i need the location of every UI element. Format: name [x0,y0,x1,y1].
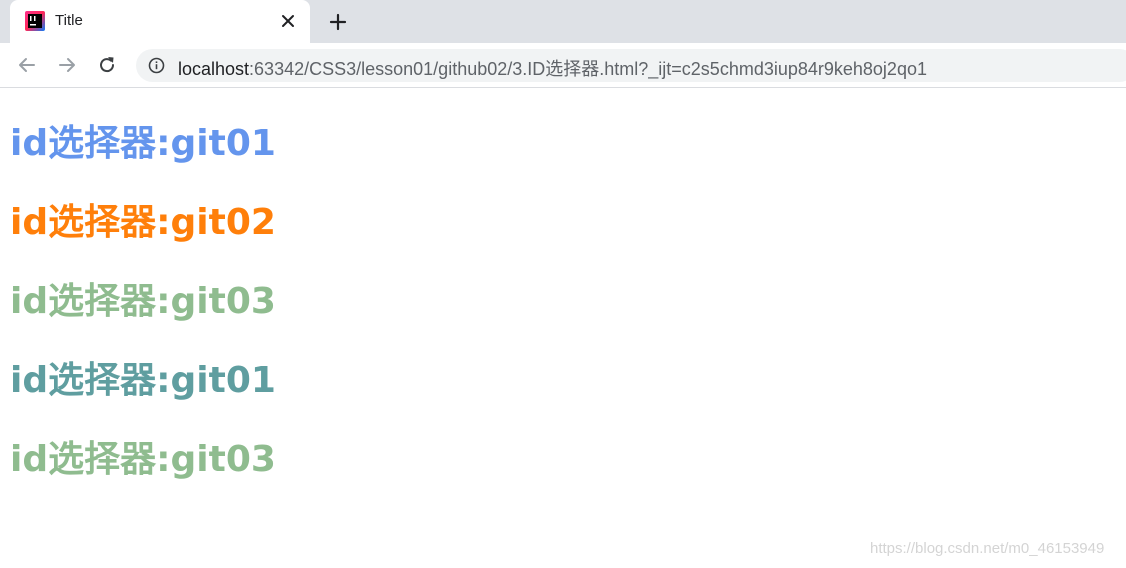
forward-button[interactable] [55,53,79,77]
page-content: id选择器:git01 id选择器:git02 id选择器:git03 id选择… [10,118,1110,513]
jetbrains-favicon-icon [25,11,45,31]
url-host: localhost [178,59,250,79]
browser-toolbar: localhost:63342/CSS3/lesson01/github02/3… [0,43,1126,88]
reload-icon [100,57,115,73]
address-bar[interactable]: localhost:63342/CSS3/lesson01/github02/3… [136,49,1126,82]
reload-button[interactable] [95,53,119,77]
watermark: https://blog.csdn.net/m0_46153949 [870,540,1105,557]
new-tab-button[interactable] [325,9,351,35]
heading-git03: id选择器:git03 [10,281,276,322]
close-icon [282,15,294,27]
tab-close-button[interactable] [278,11,298,31]
info-icon[interactable] [148,57,165,74]
heading-git02: id选择器:git02 [10,202,276,243]
tab-strip: Title [0,0,1126,43]
arrow-left-icon [19,58,35,72]
arrow-right-icon [59,58,75,72]
heading-git03-second: id选择器:git03 [10,439,276,480]
tab-title: Title [55,12,83,29]
browser-tab[interactable]: Title [10,0,310,43]
url-path: :63342/CSS3/lesson01/github02/3.ID选择器.ht… [249,59,927,79]
url-text[interactable]: localhost:63342/CSS3/lesson01/github02/3… [178,55,927,81]
back-button[interactable] [15,53,39,77]
heading-git01-second: id选择器:git01 [10,360,276,401]
plus-icon [329,13,347,31]
heading-git01: id选择器:git01 [10,123,276,164]
